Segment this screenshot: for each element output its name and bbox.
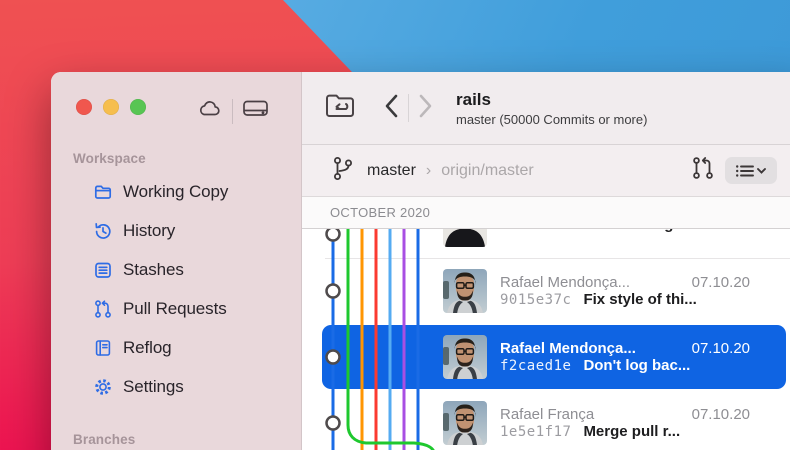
sidebar-item-stashes[interactable]: Stashes [51, 250, 301, 289]
main-pane: rails master (50000 Commits or more) mas… [302, 72, 790, 450]
sidebar: Workspace Working Copy [51, 72, 302, 450]
history-clock-icon [93, 221, 113, 241]
pull-request-icon [93, 299, 113, 319]
avatar [443, 269, 487, 313]
toolbar-divider [232, 99, 233, 124]
avatar [443, 229, 487, 247]
commit-date: 07.10.20 [692, 340, 750, 357]
sidebar-item-working-copy[interactable]: Working Copy [51, 172, 301, 211]
sidebar-section-workspace: Workspace [73, 151, 146, 166]
nav-divider [408, 94, 409, 122]
folder-icon [93, 182, 113, 202]
commit-row-selected[interactable]: Rafael Mendonça... 07.10.20 f2caed1e Don'… [302, 324, 790, 390]
commit-message: Merge pull r... [583, 423, 680, 440]
cloud-icon[interactable] [196, 96, 223, 126]
commit-message: Add missing s... [583, 229, 698, 233]
sidebar-item-reflog[interactable]: Reflog [51, 328, 301, 367]
compare-branches-icon[interactable] [691, 155, 715, 186]
traffic-lights [76, 99, 146, 115]
sidebar-item-pull-requests[interactable]: Pull Requests [51, 289, 301, 328]
avatar [443, 335, 487, 379]
branch-bar: master › origin/master [302, 145, 790, 197]
commit-message: Don't log bac... [583, 357, 690, 374]
upstream-branch-label[interactable]: origin/master [441, 162, 533, 180]
sidebar-item-label: History [123, 221, 175, 241]
sidebar-nav: Working Copy History [51, 172, 301, 406]
git-branch-icon [330, 155, 355, 187]
sidebar-item-history[interactable]: History [51, 211, 301, 250]
sidebar-item-settings[interactable]: Settings [51, 367, 301, 406]
current-branch-label[interactable]: master [367, 162, 416, 180]
sidebar-item-label: Working Copy [123, 182, 228, 202]
gear-icon [93, 377, 113, 397]
commit-list: ddfc5449 Add missing s... [302, 229, 790, 450]
stash-list-icon [93, 260, 113, 280]
desktop-wallpaper: Workspace Working Copy [0, 0, 790, 450]
avatar [443, 401, 487, 445]
date-section-header: OCTOBER 2020 [302, 197, 790, 229]
commit-row[interactable]: Rafael França 07.10.20 1e5e1f17 Merge pul… [302, 390, 790, 450]
close-window-button[interactable] [76, 99, 92, 115]
commit-date: 07.10.20 [692, 274, 750, 291]
window-title-block: rails master (50000 Commits or more) [456, 90, 647, 127]
commit-hash: 9015e37c [500, 292, 571, 308]
reflog-book-icon [93, 338, 113, 358]
sidebar-item-label: Stashes [123, 260, 184, 280]
repository-subtitle: master (50000 Commits or more) [456, 112, 647, 127]
sidebar-section-branches: Branches [73, 432, 135, 447]
sidebar-item-label: Reflog [123, 338, 172, 358]
drive-icon[interactable] [242, 96, 269, 126]
commit-message: Fix style of thi... [583, 291, 696, 308]
commit-author: Rafael Mendonça... [500, 274, 678, 291]
sidebar-item-label: Pull Requests [123, 299, 227, 319]
chevron-right-separator: › [426, 162, 431, 180]
repository-folder-icon[interactable] [323, 90, 357, 126]
list-view-dropdown-button[interactable] [725, 157, 777, 184]
sidebar-item-label: Settings [123, 377, 184, 397]
zoom-window-button[interactable] [130, 99, 146, 115]
repository-title: rails [456, 90, 647, 110]
commit-date: 07.10.20 [692, 406, 750, 423]
git-client-window: Workspace Working Copy [51, 72, 790, 450]
commit-row[interactable]: Rafael Mendonça... 07.10.20 9015e37c Fix … [302, 258, 790, 324]
back-button[interactable] [383, 93, 400, 124]
commit-hash: 1e5e1f17 [500, 424, 571, 440]
commit-author: Rafael França [500, 406, 678, 423]
minimize-window-button[interactable] [103, 99, 119, 115]
commit-hash: ddfc5449 [500, 229, 571, 233]
commit-hash: f2caed1e [500, 358, 571, 374]
commit-author: Rafael Mendonça... [500, 340, 678, 357]
titlebar: rails master (50000 Commits or more) [302, 72, 790, 145]
forward-button[interactable] [417, 93, 434, 124]
commit-row[interactable]: ddfc5449 Add missing s... [302, 229, 790, 258]
